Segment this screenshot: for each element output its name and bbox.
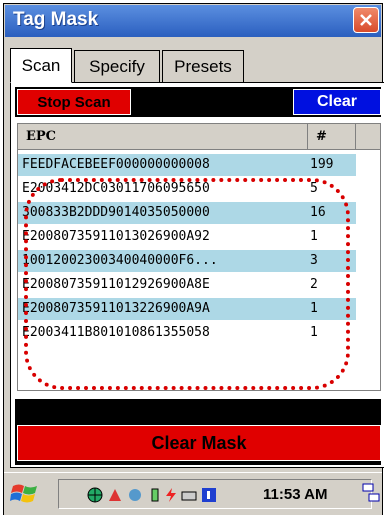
- count-cell: 1: [310, 325, 318, 340]
- clear-mask-button[interactable]: Clear Mask: [17, 425, 381, 461]
- battery-icon[interactable]: [147, 487, 163, 503]
- list-header: EPC #: [18, 124, 380, 150]
- keyboard-icon[interactable]: [181, 487, 197, 503]
- clear-button[interactable]: Clear: [293, 89, 381, 115]
- sync-icon[interactable]: [127, 487, 143, 503]
- count-cell: 199: [310, 157, 334, 172]
- count-cell: 3: [310, 253, 318, 268]
- stop-scan-button[interactable]: Stop Scan: [17, 89, 131, 115]
- tab-specify[interactable]: Specify: [74, 50, 160, 82]
- table-row[interactable]: FEEDFACEBEEF000000000008 199: [18, 154, 356, 176]
- close-button[interactable]: [353, 7, 379, 33]
- count-cell: 1: [310, 301, 318, 316]
- table-row[interactable]: 10012002300340040000F6... 3: [18, 250, 356, 272]
- connection-icon[interactable]: [107, 487, 123, 503]
- table-row[interactable]: E20080735911012926900A8E 2: [18, 274, 356, 296]
- network-globe-icon[interactable]: [87, 487, 103, 503]
- clock[interactable]: 11:53 AM: [263, 486, 327, 503]
- system-tray: 11:53 AM: [58, 479, 372, 509]
- window-title: Tag Mask: [13, 9, 99, 30]
- column-header-count[interactable]: #: [308, 124, 356, 149]
- scan-panel: Stop Scan Clear EPC # FEEDFACEBEEF000000…: [10, 82, 384, 468]
- epc-cell: E2003412DC03011706095650: [22, 181, 210, 196]
- epc-cell: FEEDFACEBEEF000000000008: [22, 157, 210, 172]
- close-icon: [360, 14, 372, 26]
- table-row[interactable]: E2003411B801010861355058 1: [18, 322, 356, 344]
- count-cell: 16: [310, 205, 326, 220]
- column-header-epc[interactable]: EPC: [18, 124, 308, 149]
- tab-presets[interactable]: Presets: [162, 50, 244, 82]
- tag-list[interactable]: EPC # FEEDFACEBEEF000000000008 199 E2003…: [17, 123, 381, 391]
- table-row[interactable]: 300833B2DDD9014035050000 16: [18, 202, 356, 224]
- table-row[interactable]: E20080735911013226900A9A 1: [18, 298, 356, 320]
- title-bar: Tag Mask: [5, 5, 381, 37]
- tab-scan[interactable]: Scan: [10, 48, 72, 83]
- epc-cell: E2003411B801010861355058: [22, 325, 210, 340]
- start-windows-icon[interactable]: [10, 481, 40, 507]
- count-cell: 5: [310, 181, 318, 196]
- count-cell: 1: [310, 229, 318, 244]
- epc-cell: E20080735911013226900A9A: [22, 301, 210, 316]
- taskbar: 11:53 AM: [4, 472, 382, 515]
- epc-cell: E20080735911013026900A92: [22, 229, 210, 244]
- input-panel-icon[interactable]: [201, 487, 217, 503]
- desktop-icon[interactable]: [362, 483, 380, 503]
- table-row[interactable]: E2003412DC03011706095650 5: [18, 178, 356, 200]
- epc-cell: 300833B2DDD9014035050000: [22, 205, 210, 220]
- power-icon[interactable]: [163, 487, 179, 503]
- epc-cell: E20080735911012926900A8E: [22, 277, 210, 292]
- count-cell: 2: [310, 277, 318, 292]
- epc-cell: 10012002300340040000F6...: [22, 253, 218, 268]
- table-row[interactable]: E20080735911013026900A92 1: [18, 226, 356, 248]
